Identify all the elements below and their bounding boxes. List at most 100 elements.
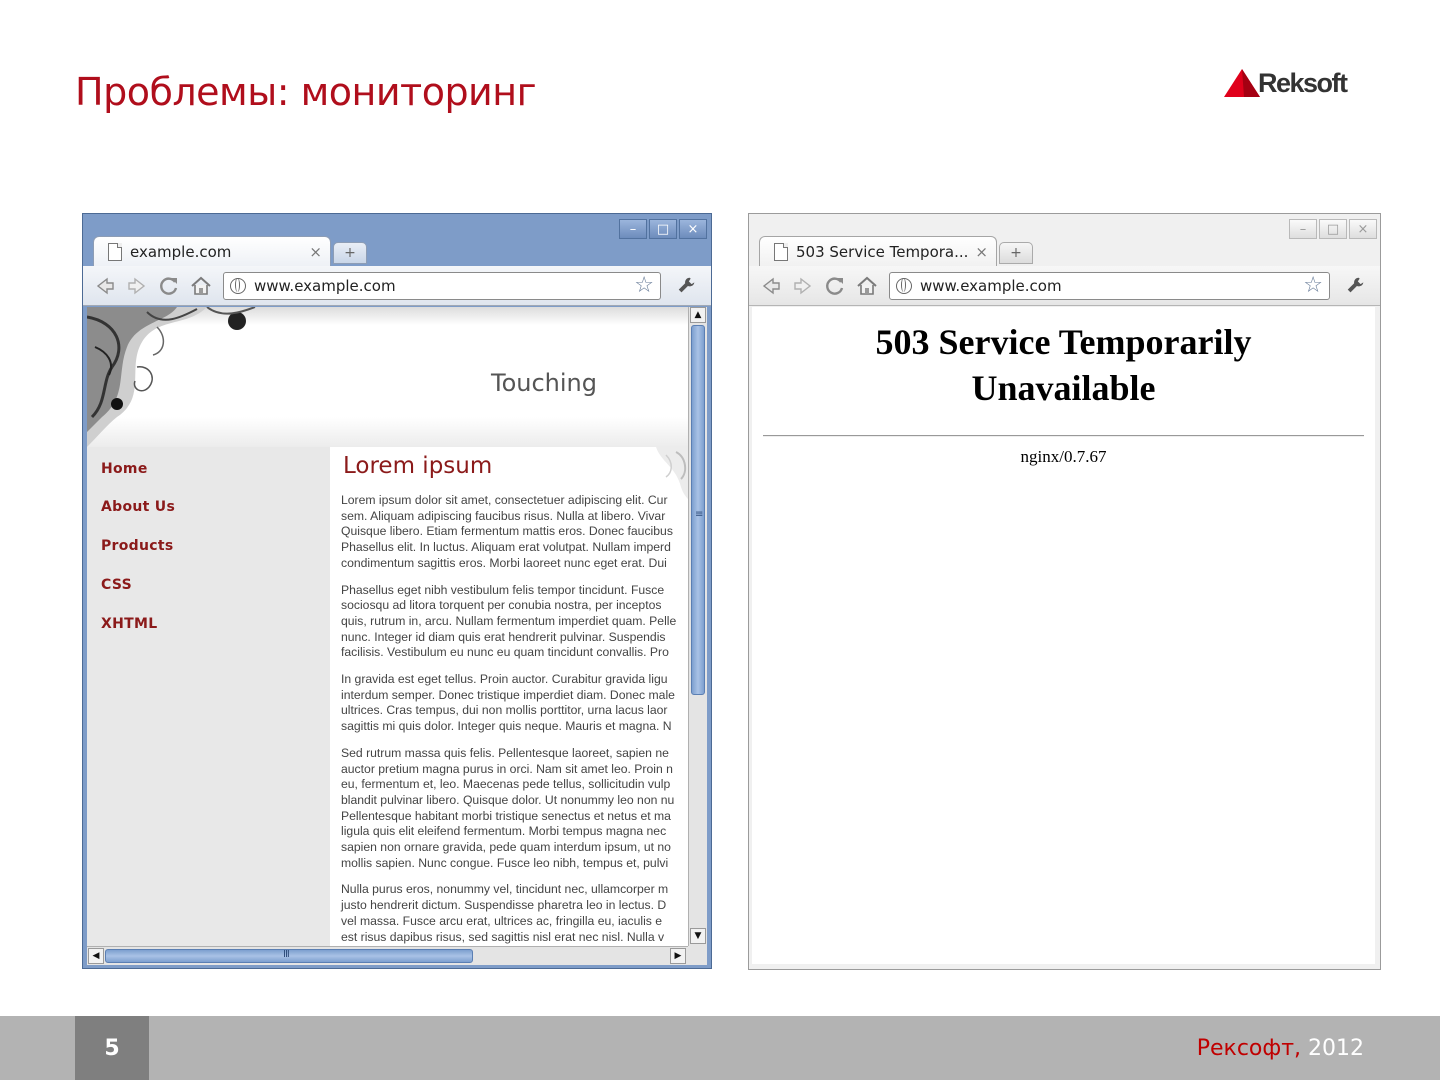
error-heading-line: Unavailable [971, 368, 1156, 408]
paragraph-line: sapien non ornare gravida, pede quam int… [341, 840, 671, 855]
nav-css-link[interactable]: CSS [101, 577, 132, 593]
reload-icon[interactable] [819, 271, 851, 301]
reload-icon[interactable] [153, 271, 185, 301]
paragraph-line: est risus dapibus risus, sed sagittis ni… [341, 929, 665, 944]
paragraph-line: sagittis mi quis dolor. Integer quis neq… [341, 719, 672, 734]
content-heading: Lorem ipsum [343, 453, 493, 479]
site-title: Touching [491, 369, 597, 397]
floral-ornament-image [87, 307, 256, 447]
star-icon[interactable]: ☆ [634, 273, 654, 298]
browser-window-right: – □ × 503 Service Tempora... × + www.exa… [748, 213, 1381, 970]
paragraph-line: mollis sapien. Nunc congue. Fusce leo ni… [341, 855, 669, 870]
scroll-left-icon[interactable]: ◀ [88, 948, 104, 964]
tab-close-icon[interactable]: × [309, 243, 322, 261]
paragraph-line: sociosqu ad litora torquent per conubia … [341, 598, 662, 613]
logo-triangle-icon [1224, 68, 1260, 97]
tab-title: 503 Service Tempora... [796, 242, 969, 261]
home-icon[interactable] [185, 271, 217, 301]
globe-icon [230, 277, 246, 294]
forward-icon[interactable] [787, 271, 819, 301]
home-icon[interactable] [851, 271, 883, 301]
horizontal-scrollbar[interactable]: ◀ III ▶ [87, 946, 688, 965]
slide-title: Проблемы: мониторинг [75, 70, 537, 114]
site-sidebar: Home About Us Products CSS XHTML [87, 447, 330, 946]
tab-close-icon[interactable]: × [975, 243, 988, 261]
scroll-right-icon[interactable]: ▶ [670, 948, 686, 964]
brand-name: Reksoft [1258, 68, 1348, 98]
tab-strip: 503 Service Tempora... × + [749, 236, 1380, 266]
browser-tab[interactable]: 503 Service Tempora... × [759, 236, 997, 266]
scroll-up-icon[interactable]: ▲ [690, 307, 706, 323]
paragraph-line: Sed rutrum massa quis felis. Pellentesqu… [341, 745, 669, 760]
content-paragraphs: Lorem ipsum dolor sit amet, consectetuer… [341, 493, 688, 946]
scroll-grip: III [283, 949, 290, 960]
browser-toolbar: www.example.com ☆ [749, 266, 1380, 306]
globe-icon [896, 277, 912, 294]
page-viewport: 503 Service Temporarily Unavailable ngin… [752, 307, 1375, 964]
paragraph-line: ultrices. Cras tempus, dui non mollis po… [341, 703, 668, 718]
error-heading-line: 503 Service Temporarily [875, 322, 1252, 362]
tab-title: example.com [130, 242, 232, 261]
paragraph-line: ligula quis elit eleifend fermentum. Mor… [341, 824, 667, 839]
paragraph-line: auctor pretium magna purus in orci. Nam … [341, 761, 673, 776]
nav-about-link[interactable]: About Us [101, 499, 175, 515]
tab-strip: example.com × + [83, 236, 711, 266]
url-text: www.example.com [920, 276, 1062, 295]
content-paragraph: Nulla purus eros, nonummy vel, tincidunt… [341, 882, 688, 945]
paragraph-line: Phasellus elit. In luctus. Aliquam erat … [341, 540, 671, 555]
paragraph-line: Lorem ipsum dolor sit amet, consectetuer… [341, 493, 668, 507]
server-signature: nginx/0.7.67 [1020, 447, 1107, 466]
nav-products-link[interactable]: Products [101, 538, 174, 554]
content-paragraph: Phasellus eget nibh vestibulum felis tem… [341, 583, 688, 662]
star-icon[interactable]: ☆ [1303, 273, 1323, 298]
paragraph-line: Nulla purus eros, nonummy vel, tincidunt… [341, 882, 669, 897]
paragraph-line: nunc. Integer id diam quis erat hendreri… [341, 629, 666, 644]
footer-company: Рексофт, [1196, 1036, 1302, 1061]
browser-tab[interactable]: example.com × [93, 236, 331, 266]
paragraph-line: eu, fermentum et, leo. Maecenas pede tel… [341, 777, 671, 792]
paragraph-line: sem. Aliquam adipiscing faucibus risus. … [341, 508, 666, 523]
content-paragraph: In gravida est eget tellus. Proin auctor… [341, 672, 688, 735]
horizontal-rule [763, 435, 1364, 437]
wrench-icon[interactable] [1338, 275, 1374, 297]
vertical-scrollbar[interactable]: ▲ ≡ ▼ [688, 307, 707, 946]
back-icon[interactable] [89, 271, 121, 301]
vertical-scroll-thumb[interactable]: ≡ [691, 325, 705, 695]
new-tab-button[interactable]: + [333, 242, 367, 264]
page-icon [774, 242, 788, 261]
site-banner: Touching [87, 307, 688, 447]
scroll-grip: ≡ [695, 509, 704, 520]
browser-toolbar: www.example.com ☆ [83, 266, 711, 306]
brand-logo: Reksoft [1222, 66, 1348, 99]
nav-home-link[interactable]: Home [101, 461, 148, 477]
address-bar[interactable]: www.example.com ☆ [223, 271, 661, 300]
site-content: Lorem ipsum Lorem ipsum dolor sit amet, … [330, 447, 688, 946]
scroll-down-icon[interactable]: ▼ [690, 928, 706, 944]
page-number: 5 [104, 1035, 120, 1061]
forward-icon[interactable] [121, 271, 153, 301]
paragraph-line: Quisque libero. Etiam fermentum mattis e… [341, 524, 673, 539]
error-heading: 503 Service Temporarily Unavailable [752, 319, 1375, 411]
new-tab-button[interactable]: + [999, 242, 1033, 264]
address-bar[interactable]: www.example.com ☆ [889, 271, 1330, 300]
url-text: www.example.com [254, 276, 396, 295]
paragraph-line: blandit pulvinar libero. Quisque dolor. … [341, 792, 675, 807]
content-paragraph: Sed rutrum massa quis felis. Pellentesqu… [341, 746, 688, 872]
content-paragraph: Lorem ipsum dolor sit amet, consectetuer… [341, 493, 688, 572]
footer-brand: Рексофт, 2012 [1197, 1036, 1364, 1061]
horizontal-scroll-thumb[interactable]: III [105, 949, 473, 963]
slide-footer: 5 Рексофт, 2012 [0, 1016, 1440, 1080]
footer-year: 2012 [1301, 1036, 1364, 1061]
back-icon[interactable] [755, 271, 787, 301]
paragraph-line: condimentum sagittis eros. Morbi laoreet… [341, 555, 667, 570]
paragraph-line: Pellentesque habitant morbi tristique se… [341, 808, 671, 823]
paragraph-line: quis, rutrum in, arcu. Nullam fermentum … [341, 613, 677, 628]
nav-xhtml-link[interactable]: XHTML [101, 616, 157, 632]
paragraph-line: interdum semper. Donec tristique imperdi… [341, 687, 675, 702]
paragraph-line: justo hendrerit dictum. Suspendisse phar… [341, 898, 667, 913]
paragraph-line: Phasellus eget nibh vestibulum felis tem… [341, 582, 665, 597]
wrench-icon[interactable] [669, 275, 705, 297]
page-icon [108, 242, 122, 261]
browser-window-left: – □ × example.com × + www.example.com ☆ [82, 213, 712, 969]
paragraph-line: In gravida est eget tellus. Proin auctor… [341, 672, 668, 687]
